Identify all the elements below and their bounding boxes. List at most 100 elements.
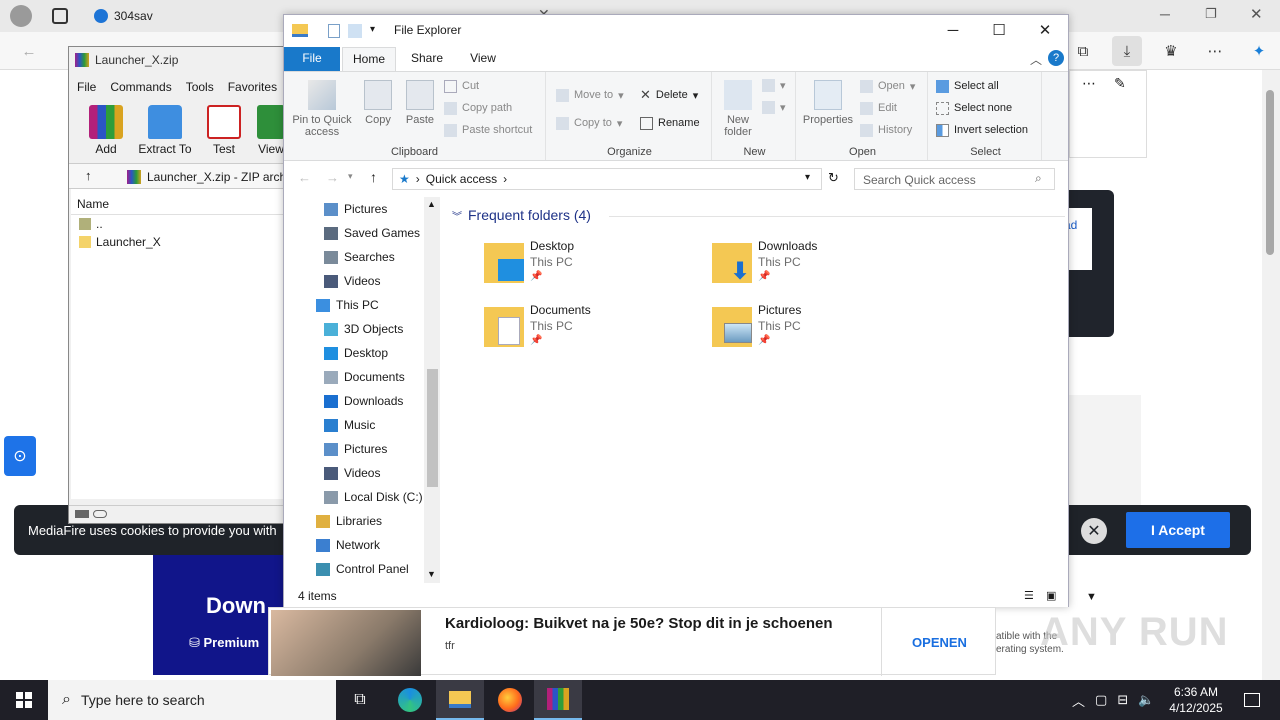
tab-actions-icon[interactable] (52, 8, 68, 24)
maximize-button[interactable]: ☐ (976, 15, 1022, 45)
scroll-down-icon[interactable]: ▼ (427, 569, 436, 579)
nav-item-videos[interactable]: Videos (324, 269, 380, 293)
ad-open-button[interactable]: OPENEN (881, 608, 997, 676)
new-item-icon[interactable]: ▾ (762, 76, 786, 94)
copilot-icon[interactable]: ✦ (1244, 36, 1274, 66)
minimize-button[interactable]: ─ (930, 15, 976, 45)
help-icon[interactable]: ? (1048, 50, 1064, 66)
nav-item-desktop[interactable]: Desktop (324, 341, 388, 365)
column-header-name[interactable]: Name (71, 189, 285, 215)
nav-item-pictures[interactable]: Pictures (324, 437, 387, 461)
extensions-icon[interactable]: ♛ (1156, 36, 1186, 66)
taskbar-search-box[interactable]: ⌕ Type here to search (48, 680, 336, 720)
list-item[interactable]: Launcher_X (71, 233, 285, 251)
volume-icon[interactable]: 🔈 (1138, 692, 1154, 708)
taskbar-clock[interactable]: 6:36 AM 4/12/2025 (1166, 684, 1226, 716)
collapse-ribbon-icon[interactable]: ︿ (1030, 51, 1042, 68)
taskbar-winrar[interactable] (534, 680, 582, 720)
nav-item-pictures[interactable]: Pictures (324, 197, 387, 221)
paste-button[interactable]: Paste (402, 80, 438, 126)
frequent-folders-header[interactable]: ︾ Frequent folders (4) (452, 207, 591, 223)
nav-item-local-disk-c[interactable]: Local Disk (C:) (324, 485, 423, 509)
winrar-add-button[interactable]: Add (81, 105, 131, 156)
taskbar-firefox[interactable] (486, 680, 534, 720)
details-view-icon[interactable]: ☰ (1024, 589, 1034, 602)
nav-item-saved-games[interactable]: Saved Games (324, 221, 420, 245)
nav-item-searches[interactable]: Searches (324, 245, 395, 269)
nav-scrollbar-thumb[interactable] (427, 369, 438, 487)
cookie-close-button[interactable]: ✕ (1081, 518, 1107, 544)
folder-documents[interactable]: Documents This PC 📌 (484, 301, 704, 357)
nav-item-documents[interactable]: Documents (324, 365, 405, 389)
show-hidden-icons-icon[interactable]: ︿ (1072, 691, 1085, 710)
winrar-extract-button[interactable]: Extract To (137, 105, 193, 156)
address-location[interactable]: Quick access (426, 172, 497, 186)
new-folder-qat-icon[interactable] (348, 24, 362, 38)
paste-shortcut-button[interactable]: Paste shortcut (444, 121, 532, 139)
winrar-menu-commands[interactable]: Commands (110, 80, 171, 94)
tab-file[interactable]: File (284, 47, 340, 71)
forward-arrow-icon[interactable]: → (326, 170, 339, 185)
invert-selection-button[interactable]: Invert selection (936, 121, 1028, 139)
properties-qat-icon[interactable] (328, 24, 340, 38)
select-none-button[interactable]: Select none (936, 99, 1012, 117)
edit-button[interactable]: Edit (860, 99, 897, 117)
device-icon[interactable]: ▢ (1095, 692, 1107, 708)
close-browser-icon[interactable]: ✕ (1250, 5, 1263, 23)
copy-to-button[interactable]: Copy to ▾ (556, 114, 622, 132)
folder-pictures[interactable]: Pictures This PC 📌 (712, 301, 932, 357)
page-scrollbar-thumb[interactable] (1266, 90, 1274, 255)
address-bar[interactable]: ★ › Quick access › ▾ (392, 168, 822, 190)
select-all-button[interactable]: Select all (936, 77, 999, 95)
properties-button[interactable]: Properties (800, 80, 856, 126)
feedback-badge-icon[interactable]: ⊙ (4, 436, 36, 476)
new-folder-button[interactable]: New folder (718, 80, 758, 138)
minimize-browser-icon[interactable]: ─ (1160, 6, 1170, 22)
history-button[interactable]: History (860, 121, 912, 139)
folder-downloads[interactable]: ⬇ Downloads This PC 📌 (712, 237, 932, 293)
nav-item-videos[interactable]: Videos (324, 461, 380, 485)
nav-item-this-pc[interactable]: This PC (316, 293, 379, 317)
up-folder-icon[interactable]: ↑ (85, 168, 92, 183)
search-input[interactable]: Search Quick access ⌕ (854, 168, 1055, 190)
winrar-menu-tools[interactable]: Tools (186, 80, 214, 94)
cut-button[interactable]: Cut (444, 77, 479, 95)
refresh-icon[interactable]: ↻ (828, 170, 839, 186)
network-icon[interactable]: ⊟ (1117, 692, 1128, 708)
nav-item-control-panel[interactable]: Control Panel (316, 557, 409, 581)
copy-path-button[interactable]: Copy path (444, 99, 512, 117)
move-to-button[interactable]: Move to ▾ (556, 86, 624, 104)
winrar-test-button[interactable]: Test (199, 105, 249, 156)
ad-title[interactable]: Kardioloog: Buikvet na je 50e? Stop dit … (445, 615, 833, 632)
address-dropdown-icon[interactable]: ▾ (805, 172, 810, 183)
list-item[interactable]: .. (71, 215, 285, 233)
taskbar-file-explorer[interactable] (436, 680, 484, 720)
start-button[interactable] (0, 680, 48, 720)
nav-item-music[interactable]: Music (324, 413, 375, 437)
more-menu-icon[interactable]: ⋯ (1200, 36, 1230, 66)
close-button[interactable]: ✕ (1022, 15, 1068, 45)
copy-button[interactable]: Copy (360, 80, 396, 126)
customize-qat-icon[interactable]: ▾ (370, 24, 375, 35)
nav-item-network[interactable]: Network (316, 533, 380, 557)
tab-share[interactable]: Share (400, 47, 454, 71)
scroll-up-icon[interactable]: ▲ (427, 199, 436, 209)
winrar-menu-favorites[interactable]: Favorites (228, 80, 277, 94)
winrar-path[interactable]: Launcher_X.zip - ZIP archi (147, 170, 289, 184)
up-arrow-icon[interactable]: ↑ (370, 169, 377, 185)
easy-access-icon[interactable]: ▾ (762, 98, 786, 116)
download-icon[interactable]: ⤓ (1112, 36, 1142, 66)
winrar-menu-file[interactable]: File (77, 80, 96, 94)
pin-icon[interactable]: ✎ (1114, 75, 1126, 92)
tab-home[interactable]: Home (342, 47, 396, 71)
ad-banner[interactable]: Kardioloog: Buikvet na je 50e? Stop dit … (268, 607, 997, 676)
ad-image[interactable] (271, 610, 421, 676)
open-button[interactable]: Open ▾ (860, 77, 915, 95)
task-view-button[interactable]: ⧉ (336, 680, 384, 720)
profile-avatar[interactable] (10, 5, 32, 27)
cookie-accept-button[interactable]: I Accept (1126, 512, 1230, 548)
large-icons-view-icon[interactable]: ▣ (1046, 589, 1056, 602)
delete-button[interactable]: ✕ Delete ▾ (640, 86, 698, 104)
nav-item-downloads[interactable]: Downloads (324, 389, 403, 413)
back-arrow-icon[interactable]: ← (298, 170, 311, 185)
